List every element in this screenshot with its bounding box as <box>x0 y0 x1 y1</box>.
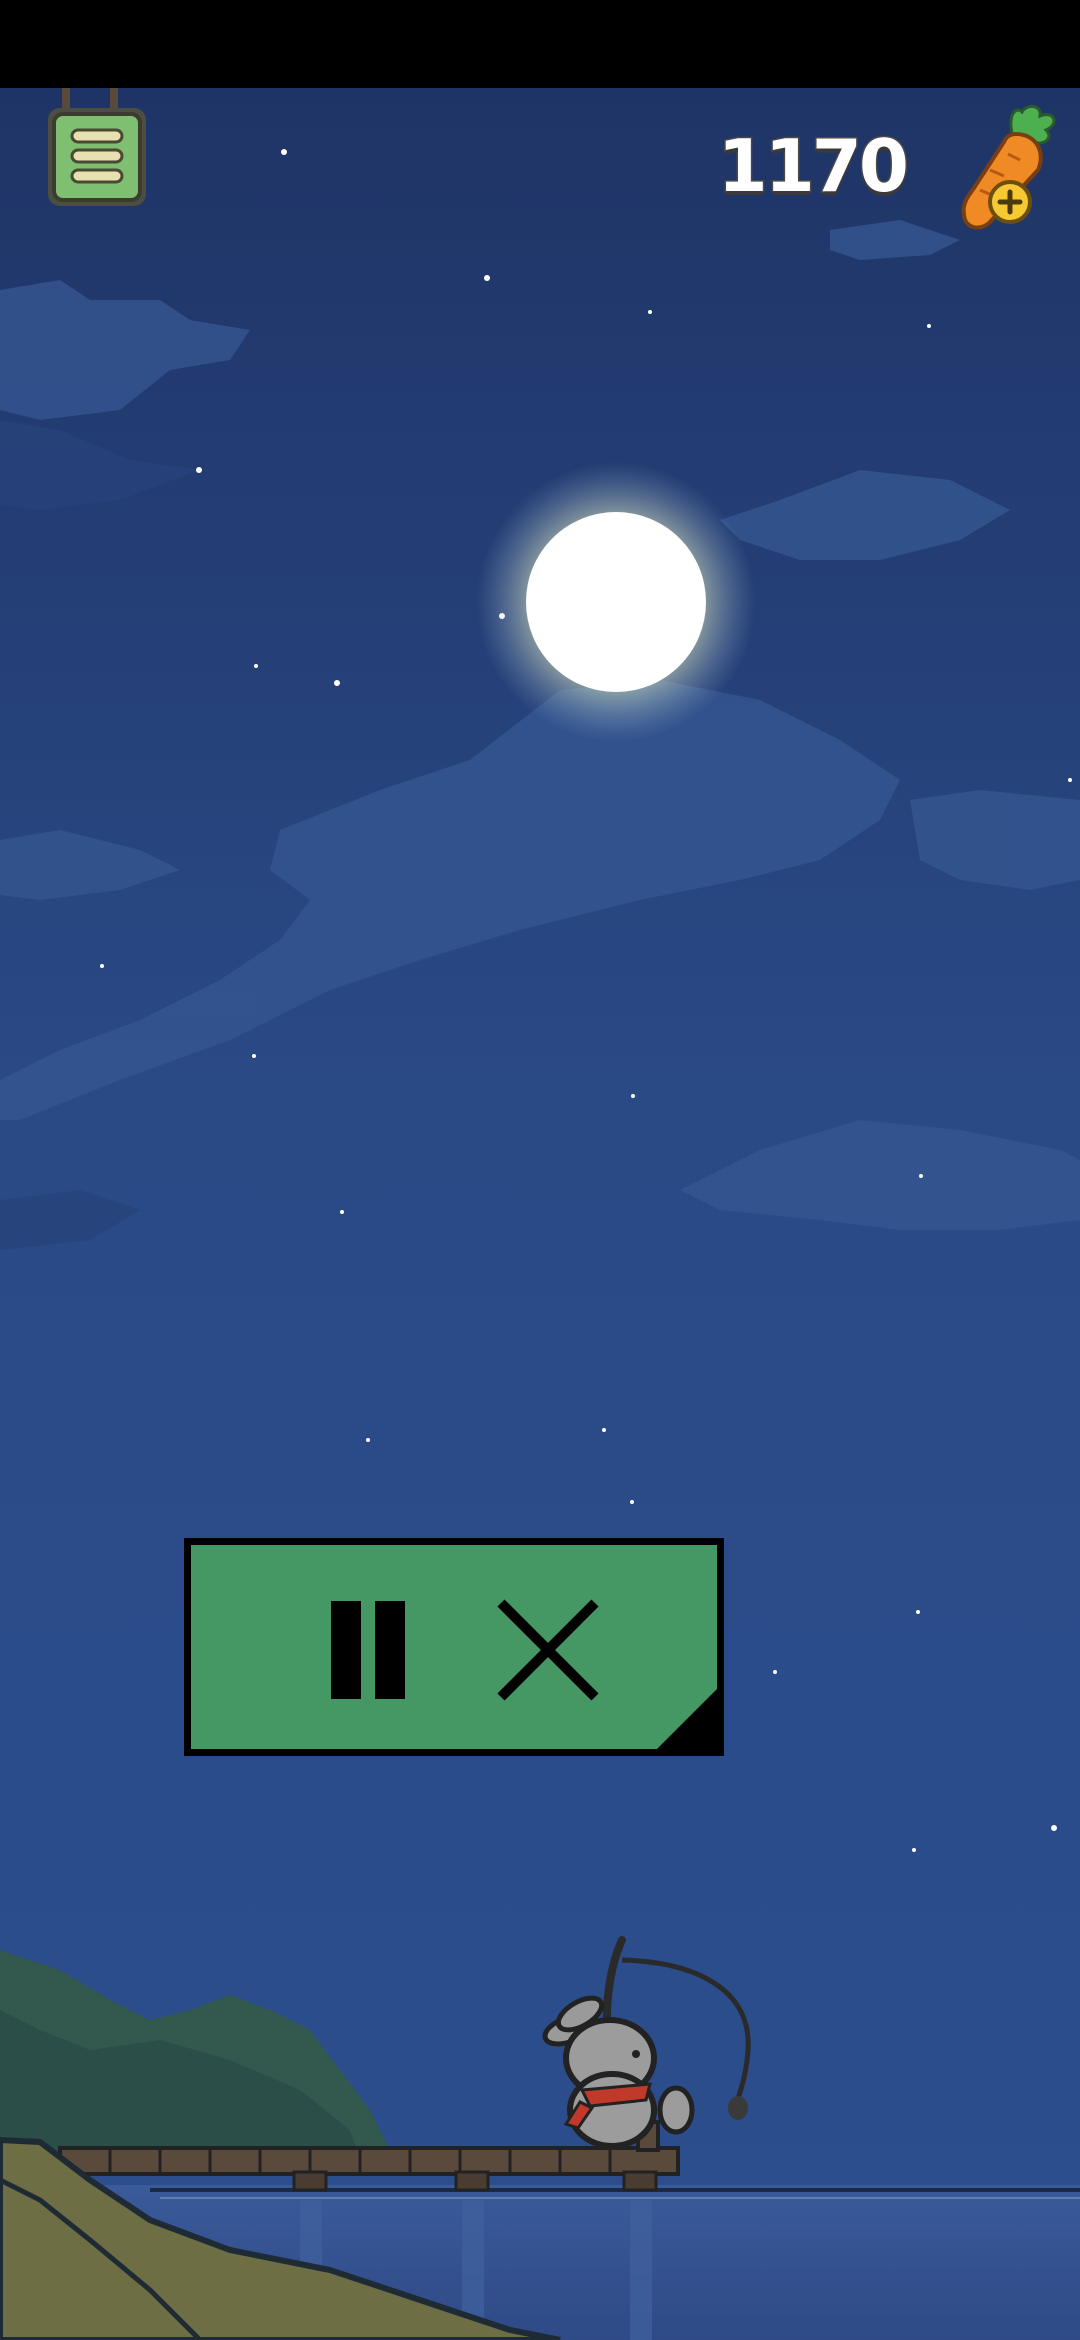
add-carrots-button[interactable] <box>950 104 1060 234</box>
pause-icon <box>331 1601 405 1699</box>
close-button[interactable] <box>493 1595 603 1705</box>
moon <box>476 462 756 742</box>
menu-button[interactable] <box>44 88 154 212</box>
panel-corner <box>656 1688 718 1750</box>
menu-icon <box>48 88 146 206</box>
pause-overlay-panel <box>184 1538 724 1756</box>
carrot-count: 1170 <box>716 124 910 208</box>
status-bar <box>0 0 1080 88</box>
close-icon <box>497 1599 599 1701</box>
pause-button[interactable] <box>311 1595 421 1705</box>
night-sky-background <box>0 88 1080 2340</box>
carrot-plus-icon <box>961 105 1056 230</box>
game-scene: 1170 <box>0 0 1080 2340</box>
